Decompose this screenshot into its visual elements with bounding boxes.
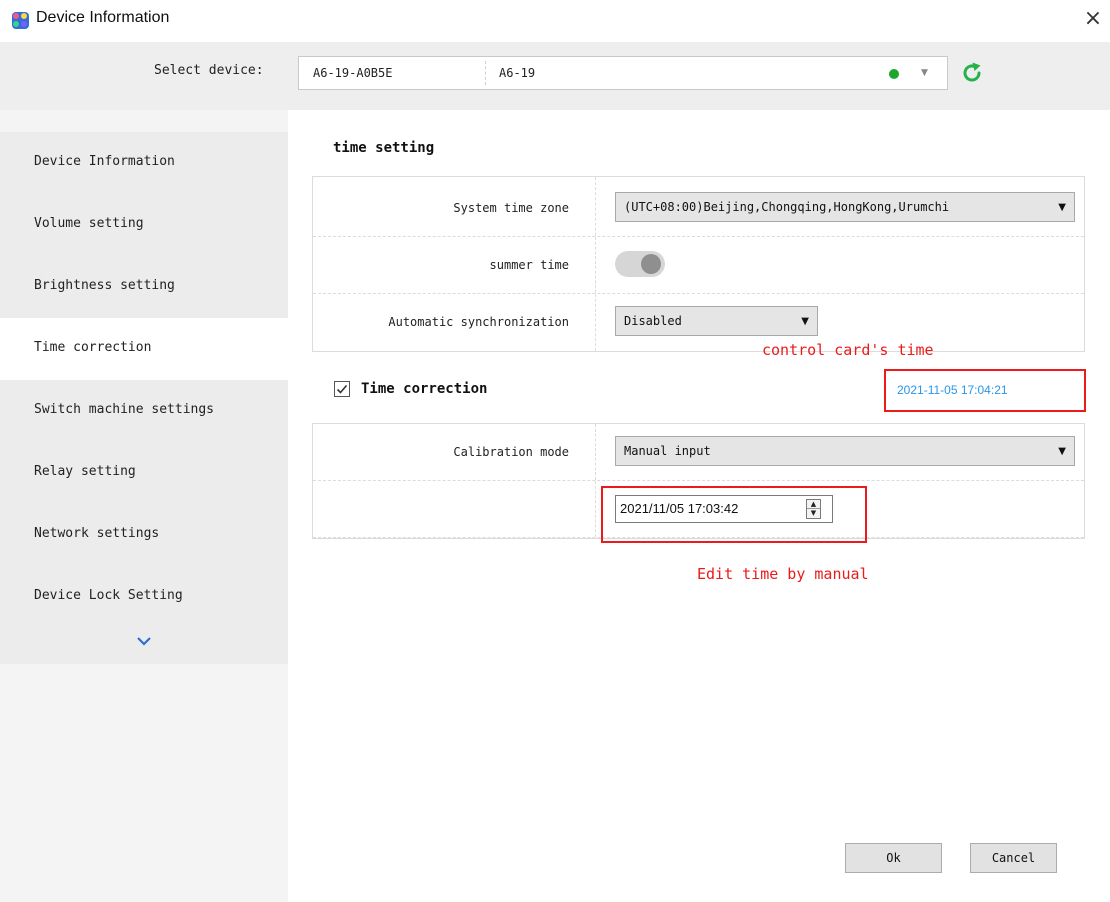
sidebar: Device Information Volume setting Bright… — [0, 110, 288, 902]
calibration-mode-select[interactable]: Manual input ▼ — [615, 436, 1075, 466]
summer-time-label: summer time — [489, 258, 569, 272]
select-device-label: Select device: — [154, 63, 264, 78]
sidebar-item-label: Device Information — [34, 154, 175, 169]
divider — [485, 61, 486, 85]
sidebar-item-label: Device Lock Setting — [34, 588, 183, 603]
device-id: A6-19-A0B5E — [313, 66, 393, 80]
auto-sync-value: Disabled — [624, 314, 682, 328]
device-bar: Select device: A6-19-A0B5E A6-19 ▼ — [0, 42, 1110, 110]
timezone-row: System time zone (UTC+08:00)Beijing,Chon… — [313, 177, 1084, 237]
divider — [595, 237, 596, 293]
timezone-select[interactable]: (UTC+08:00)Beijing,Chongqing,HongKong,Ur… — [615, 192, 1075, 222]
time-correction-checkbox[interactable] — [334, 381, 350, 397]
sidebar-item-label: Switch machine settings — [34, 402, 215, 417]
auto-sync-label: Automatic synchronization — [388, 315, 569, 329]
calibration-mode-value: Manual input — [624, 444, 711, 458]
sidebar-item-brightness-setting[interactable]: Brightness setting — [0, 256, 288, 318]
chevron-down-icon: ▼ — [801, 316, 809, 327]
sidebar-item-device-lock-setting[interactable]: Device Lock Setting — [0, 566, 288, 628]
divider — [595, 481, 596, 537]
divider — [595, 424, 596, 480]
sidebar-item-relay-setting[interactable]: Relay setting — [0, 442, 288, 504]
app-icon — [12, 12, 29, 29]
sidebar-item-device-information[interactable]: Device Information — [0, 132, 288, 194]
chevron-down-icon: ▼ — [1058, 446, 1066, 457]
edit-time-annotation: Edit time by manual — [697, 565, 869, 583]
sidebar-item-label: Relay setting — [34, 464, 136, 479]
time-setting-title: time setting — [333, 140, 435, 156]
card-time-annotation: control card's time — [762, 341, 934, 359]
sidebar-item-label: Brightness setting — [34, 278, 175, 293]
calibration-mode-label: Calibration mode — [453, 445, 569, 459]
device-name: A6-19 — [499, 66, 536, 80]
sidebar-item-label: Network settings — [34, 526, 160, 541]
window-title: Device Information — [36, 9, 170, 26]
summer-time-row: summer time — [313, 237, 1084, 294]
control-card-time: 2021-11-05 17:04:21 — [897, 383, 1008, 397]
sidebar-item-label: Volume setting — [34, 216, 144, 231]
timezone-label: System time zone — [453, 201, 569, 215]
divider — [595, 177, 596, 236]
sidebar-item-volume-setting[interactable]: Volume setting — [0, 194, 288, 256]
title-bar: Device Information × — [0, 0, 1110, 42]
auto-sync-row: Automatic synchronization Disabled ▼ — [313, 294, 1084, 351]
sidebar-scroll-down-button[interactable] — [0, 628, 288, 664]
sidebar-item-time-correction[interactable]: Time correction — [0, 318, 288, 380]
summer-time-toggle[interactable] — [615, 251, 665, 277]
calibration-mode-row: Calibration mode Manual input ▼ — [313, 424, 1084, 481]
close-icon[interactable]: × — [1080, 6, 1106, 32]
annotation-highlight-box — [601, 486, 867, 543]
chevron-down-icon — [137, 637, 151, 646]
sidebar-item-switch-machine-settings[interactable]: Switch machine settings — [0, 380, 288, 442]
cancel-button[interactable]: Cancel — [970, 843, 1057, 873]
checkmark-icon — [336, 384, 348, 394]
time-correction-label: Time correction — [361, 381, 488, 397]
device-select[interactable]: A6-19-A0B5E A6-19 ▼ — [298, 56, 948, 90]
sidebar-item-label: Time correction — [34, 340, 152, 355]
timezone-value: (UTC+08:00)Beijing,Chongqing,HongKong,Ur… — [624, 200, 950, 214]
chevron-down-icon: ▼ — [921, 68, 928, 78]
ok-button[interactable]: Ok — [845, 843, 942, 873]
sidebar-item-network-settings[interactable]: Network settings — [0, 504, 288, 566]
auto-sync-select[interactable]: Disabled ▼ — [615, 306, 818, 336]
refresh-icon[interactable] — [960, 61, 984, 85]
divider — [595, 294, 596, 351]
online-status-icon — [889, 69, 899, 79]
chevron-down-icon: ▼ — [1058, 202, 1066, 213]
time-setting-panel: System time zone (UTC+08:00)Beijing,Chon… — [312, 176, 1085, 352]
toggle-knob — [641, 254, 661, 274]
